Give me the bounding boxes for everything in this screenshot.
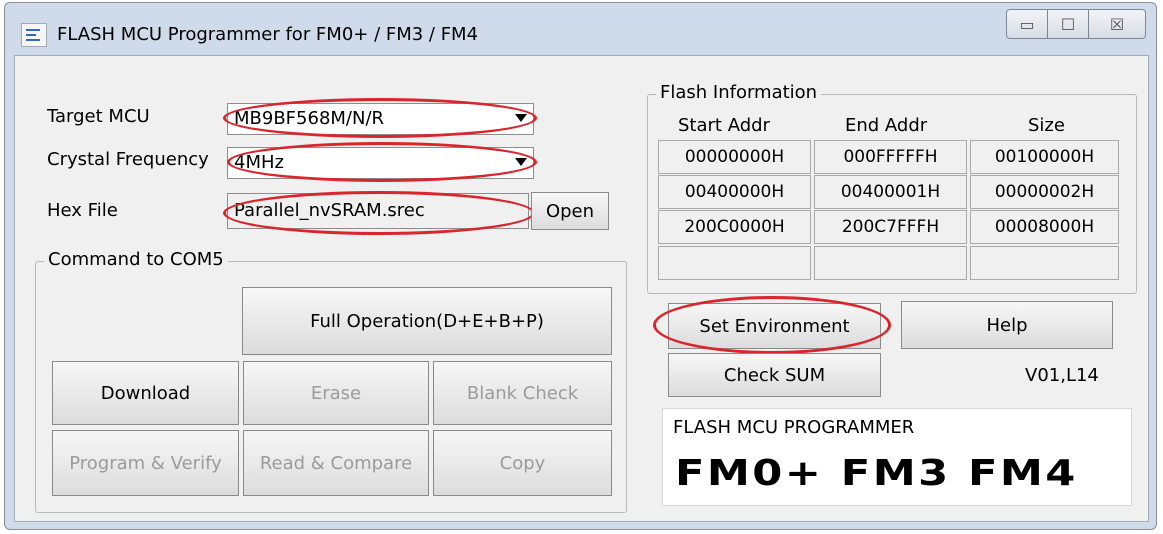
download-button[interactable]: Download [52,361,239,425]
hex-file-field[interactable]: Parallel_nvSRAM.srec [227,193,529,229]
flash-cell: 00000000H [658,140,811,174]
target-mcu-select[interactable]: MB9BF568M/N/R [227,103,534,135]
flash-cell: 00000002H [970,175,1119,209]
flash-cell [814,246,967,280]
program-verify-button[interactable]: Program & Verify [52,430,239,496]
start-addr-header: Start Addr [678,115,770,136]
check-sum-button[interactable]: Check SUM [668,353,881,397]
brand-heading: FLASH MCU PROGRAMMER [673,417,915,438]
full-operation-button[interactable]: Full Operation(D+E+B+P) [242,287,612,355]
command-group-caption: Command to COM5 [44,249,228,270]
dropdown-arrow-icon [515,114,527,122]
version-text: V01,L14 [1025,365,1099,386]
brand-logos: FM0+ FM3 FM4 [675,453,1078,494]
flash-cell [658,246,811,280]
read-compare-button[interactable]: Read & Compare [243,430,429,496]
flash-cell: 200C7FFFH [814,210,967,244]
flash-cell [970,246,1119,280]
maximize-button[interactable]: ☐ [1048,9,1089,39]
client-area: Target MCU MB9BF568M/N/R Crystal Frequen… [14,55,1149,522]
dropdown-arrow-icon [515,158,527,166]
crystal-frequency-value: 4MHz [234,152,284,173]
flash-cell: 00008000H [970,210,1119,244]
set-environment-button[interactable]: Set Environment [668,303,881,349]
copy-button[interactable]: Copy [433,430,612,496]
title-bar: FLASH MCU Programmer for FM0+ / FM3 / FM… [5,3,1156,53]
minimize-button[interactable]: ▭ [1006,9,1048,39]
hex-file-label: Hex File [47,200,118,221]
target-mcu-label: Target MCU [47,106,150,127]
flash-cell: 00100000H [970,140,1119,174]
erase-button[interactable]: Erase [243,361,429,425]
brand-panel: FLASH MCU PROGRAMMER FM0+ FM3 FM4 [662,408,1132,506]
size-header: Size [1028,115,1065,136]
help-button[interactable]: Help [901,301,1113,349]
app-icon [21,23,47,47]
flash-cell: 000FFFFFH [814,140,967,174]
open-button[interactable]: Open [531,192,609,230]
crystal-frequency-label: Crystal Frequency [47,149,209,170]
app-window: FLASH MCU Programmer for FM0+ / FM3 / FM… [4,2,1157,530]
flash-cell: 00400000H [658,175,811,209]
flash-info-caption: Flash Information [656,82,822,103]
hex-file-value: Parallel_nvSRAM.srec [234,200,425,221]
target-mcu-value: MB9BF568M/N/R [234,108,385,129]
flash-cell: 200C0000H [658,210,811,244]
blank-check-button[interactable]: Blank Check [433,361,612,425]
crystal-frequency-select[interactable]: 4MHz [227,147,534,179]
close-button[interactable]: ☒ [1089,9,1146,39]
window-title: FLASH MCU Programmer for FM0+ / FM3 / FM… [57,24,479,45]
flash-cell: 00400001H [814,175,967,209]
end-addr-header: End Addr [845,115,928,136]
